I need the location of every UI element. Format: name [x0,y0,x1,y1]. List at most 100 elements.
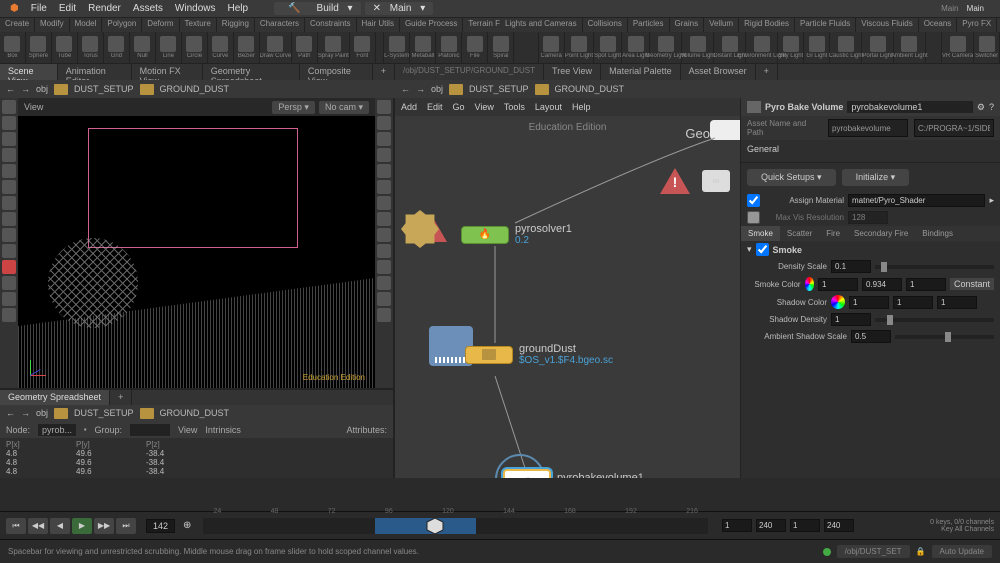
range-end-field[interactable] [756,519,786,532]
display-option-icon[interactable] [377,308,391,322]
back-icon[interactable]: ← [401,84,410,94]
shelf-tab[interactable]: Rigging [217,18,255,32]
shelf-tool[interactable]: Circle [182,32,208,63]
tool-icon[interactable] [2,164,16,178]
rotate-tool-icon[interactable] [2,132,16,146]
node-pyrosolver[interactable]: 🔥 pyrosolver1 0.2 [461,223,572,246]
tool-icon[interactable] [2,308,16,322]
shelf-tab[interactable]: Model [70,18,103,32]
add-tab-icon[interactable]: + [373,64,395,80]
display-option-icon[interactable] [377,228,391,242]
view-label[interactable]: View [178,425,197,435]
pane-tab[interactable]: Scene View [0,64,58,80]
shelf-tool[interactable]: Portal Light [862,32,893,63]
back-icon[interactable]: ← [6,84,15,94]
crumb-ground[interactable]: GROUND_DUST [555,84,625,94]
add-tab-icon[interactable]: + [110,390,132,405]
network-editor[interactable]: Add Edit Go View Tools Layout Help Educa… [395,98,740,478]
shelf-tab[interactable]: Lights and Cameras [500,18,583,32]
shelf-tool[interactable]: GI Light [804,32,830,63]
general-section[interactable]: General [747,144,994,154]
smoke-color-g[interactable] [862,278,902,291]
shelf-tool[interactable]: Grid [104,32,130,63]
tool-icon[interactable] [2,276,16,290]
shelf-tool[interactable]: Geometry Light [650,32,682,63]
tool-icon[interactable] [2,196,16,210]
color-mode-dropdown[interactable]: Constant [950,278,994,290]
shelf-tab[interactable]: Viscous Fluids [856,18,918,32]
range-start-field[interactable] [722,519,752,532]
prev-frame-button[interactable]: ◀◀ [28,518,48,534]
crumb-ground[interactable]: GROUND_DUST [160,84,230,94]
shelf-tool[interactable]: Tube [52,32,78,63]
net-menu-view[interactable]: View [475,102,494,112]
crumb-ground[interactable]: GROUND_DUST [160,408,230,418]
asset-name-field[interactable] [828,119,908,137]
tab-bindings[interactable]: Bindings [915,226,960,241]
gear-icon[interactable]: ⚙ [977,102,985,113]
shadow-density-field[interactable] [831,313,871,326]
shelf-tool[interactable]: Box [0,32,26,63]
assign-material-checkbox[interactable] [747,194,760,207]
pane-tab[interactable]: Asset Browser [681,64,756,80]
play-button[interactable]: ▶ [72,518,92,534]
shelf-tool[interactable]: Spiral [488,32,514,63]
global-start-field[interactable] [790,519,820,532]
crumb-setup[interactable]: DUST_SETUP [74,408,134,418]
help-icon[interactable]: ? [989,102,994,112]
menu-help[interactable]: Help [222,3,255,14]
tab-smoke[interactable]: Smoke [741,226,780,241]
pane-tab[interactable]: Composite View [300,64,373,80]
shelf-tab[interactable]: Collisions [583,18,628,32]
net-menu-go[interactable]: Go [453,102,465,112]
shelf-tool[interactable]: File [462,32,488,63]
realtime-icon[interactable]: ⊕ [179,520,195,531]
viewport[interactable]: View Persp ▾ No cam ▾ Education Edition [0,98,393,388]
intrinsics-label[interactable]: Intrinsics [205,425,241,435]
table-row[interactable]: 4.849.6-38.4 [6,449,387,458]
menu-assets[interactable]: Assets [127,3,169,14]
crumb-obj[interactable]: obj [36,84,48,94]
shelf-tool[interactable]: Caustic Light [830,32,862,63]
shelf-tab[interactable]: Modify [35,18,70,32]
shelf-tool[interactable]: Bezier [234,32,260,63]
shelf-tool[interactable]: Volume Light [682,32,714,63]
material-path-field[interactable] [848,194,985,207]
shadow-color-r[interactable] [849,296,889,309]
shelf-tool[interactable]: Torus [78,32,104,63]
shelf-tool[interactable]: Ambient Light [894,32,926,63]
net-menu-add[interactable]: Add [401,102,417,112]
shelf-tab[interactable]: Characters [255,18,305,32]
display-option-icon[interactable] [377,100,391,114]
tab-scatter[interactable]: Scatter [780,226,819,241]
quick-setups-button[interactable]: Quick Setups ▾ [747,169,836,186]
global-end-field[interactable] [824,519,854,532]
menu-edit[interactable]: Edit [53,3,82,14]
play-back-button[interactable]: ◀ [50,518,70,534]
display-option-icon[interactable] [377,180,391,194]
tool-icon[interactable] [2,180,16,194]
collapse-icon[interactable]: ▾ [747,244,752,255]
shelf-tool[interactable]: Null [130,32,156,63]
shadow-density-slider[interactable] [875,318,994,322]
node-grounddust[interactable]: groundDust $OS_v1.$F4.bgeo.sc [465,343,613,366]
shelf-tool[interactable]: Spray Paint [318,32,350,63]
crumb-setup[interactable]: DUST_SETUP [469,84,529,94]
shelf-tab[interactable]: Vellum [704,18,739,32]
display-option-icon[interactable] [377,260,391,274]
pane-tab[interactable]: Tree View [544,64,601,80]
smoke-color-r[interactable] [818,278,858,291]
pane-tab[interactable]: Animation Editor [58,64,132,80]
maxvis-checkbox[interactable] [747,211,760,224]
shelf-tool[interactable]: Sky Light [778,32,804,63]
shelf-tool[interactable]: Platonic [436,32,462,63]
density-scale-field[interactable] [831,260,871,273]
pane-tab[interactable]: Material Palette [601,64,681,80]
shelf-tool[interactable]: Line [156,32,182,63]
shelf-tool[interactable]: Curve [208,32,234,63]
viewport-canvas[interactable]: View Persp ▾ No cam ▾ Education Edition [18,98,375,388]
select-tool-icon[interactable] [2,100,16,114]
display-option-icon[interactable] [377,244,391,258]
crumb-obj[interactable]: obj [431,84,443,94]
display-option-icon[interactable] [377,196,391,210]
